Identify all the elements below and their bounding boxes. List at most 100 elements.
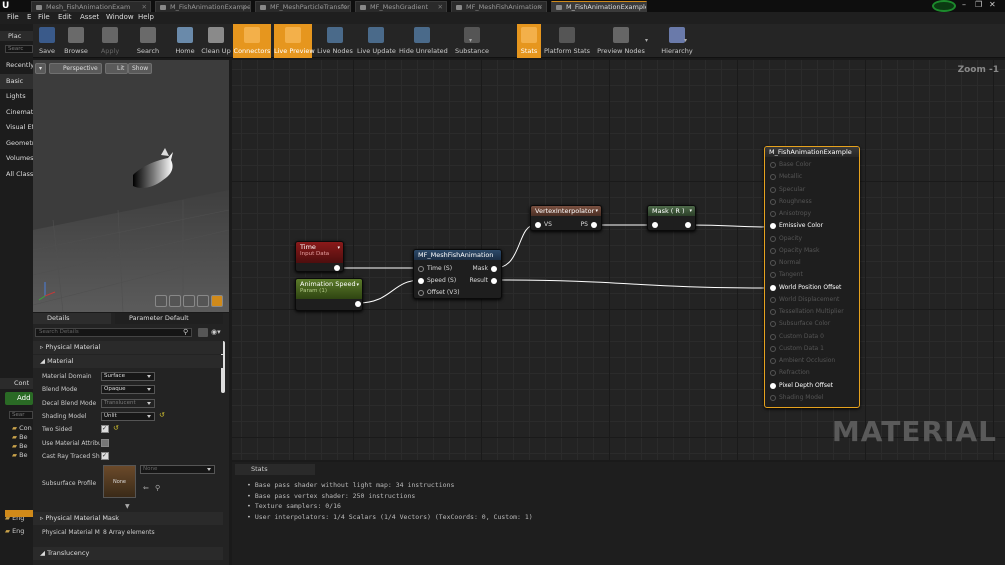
mesh-fish-animation-node[interactable]: MF_MeshFishAnimation Time (S) Speed (S) …: [413, 249, 502, 299]
ps-output-pin[interactable]: [591, 222, 597, 228]
section-physical-material-mask[interactable]: ▹ Physical Material Mask: [33, 512, 223, 525]
menu-edit[interactable]: Edit: [58, 13, 72, 21]
browse-button[interactable]: Browse: [62, 24, 90, 58]
place-panel-tab[interactable]: Plac: [0, 31, 33, 41]
menu-file[interactable]: File: [38, 13, 50, 21]
place-category-recently[interactable]: Recently: [0, 58, 33, 73]
source-control-icon[interactable]: [932, 0, 956, 12]
live-preview-button[interactable]: Live Preview: [274, 24, 315, 58]
add-new-button[interactable]: Add: [5, 392, 33, 405]
use-selected-arrow-icon[interactable]: ⇐: [143, 484, 149, 492]
minimize-icon[interactable]: –: [962, 0, 966, 9]
cylinder-preview-icon[interactable]: [169, 295, 181, 307]
live-nodes-button[interactable]: Live Nodes: [316, 24, 354, 58]
search-icon[interactable]: ⚲: [183, 328, 192, 337]
pin-subsurface-color[interactable]: [770, 321, 776, 328]
section-physical-material[interactable]: ▹ Physical Material: [33, 341, 223, 354]
platform-stats-button[interactable]: Platform Stats: [544, 24, 590, 58]
grid-view-icon[interactable]: [198, 328, 208, 337]
pin-ambient-occlusion[interactable]: [770, 358, 776, 364]
place-category-visual-ef[interactable]: Visual Ef: [0, 120, 33, 135]
document-tab-4[interactable]: MF_MeshGradient ✕: [355, 1, 447, 12]
close-tab-icon[interactable]: ✕: [142, 2, 147, 12]
menu-window[interactable]: Window: [106, 13, 134, 21]
toolbar-dropdown-icon[interactable]: ▾: [645, 37, 648, 44]
close-tab-icon[interactable]: ✕: [342, 2, 347, 12]
pin-shading-model[interactable]: [770, 394, 776, 401]
hide-unrelated-button[interactable]: Hide Unrelated: [399, 24, 448, 58]
stats-button[interactable]: Stats: [517, 24, 541, 58]
vs-input-pin[interactable]: [535, 222, 541, 228]
mesh-preview-icon[interactable]: [211, 295, 223, 307]
left-menu-edit[interactable]: E: [27, 13, 31, 21]
offset-input-pin[interactable]: [418, 290, 424, 296]
place-search-input[interactable]: Searc: [5, 45, 33, 53]
speed-output-pin[interactable]: [355, 301, 361, 307]
material-graph[interactable]: Zoom -1 MATERIAL Time Input Data ▾ Anima…: [232, 60, 1005, 460]
material-domain-combo[interactable]: Surface: [101, 372, 155, 381]
pin-tangent[interactable]: [770, 272, 776, 279]
subsurface-thumbnail[interactable]: None: [103, 465, 136, 498]
parameter-defaults-tab[interactable]: Parameter Default: [115, 313, 223, 324]
two-sided-checkbox[interactable]: ✓: [101, 425, 109, 434]
save-button[interactable]: Save: [35, 24, 59, 58]
menu-asset[interactable]: Asset: [80, 13, 99, 21]
decal-blend-mode-combo[interactable]: Translucent: [101, 398, 155, 408]
content-search-input[interactable]: Sear: [9, 411, 33, 419]
animation-speed-node[interactable]: Animation Speed Param (1) ▾: [295, 278, 363, 311]
reset-to-default-icon[interactable]: ↺: [159, 411, 165, 419]
left-menu-file[interactable]: File: [7, 13, 19, 21]
blend-mode-combo[interactable]: Opaque: [101, 385, 155, 395]
section-material[interactable]: ◢ Material: [33, 355, 223, 368]
viewport-options-button[interactable]: ▾: [35, 63, 46, 74]
pin-custom-data-1[interactable]: [770, 345, 776, 352]
home-button[interactable]: Home: [172, 24, 198, 58]
speed-collapse-icon[interactable]: ▾: [356, 282, 359, 288]
close-tab-icon[interactable]: ✕: [438, 2, 443, 12]
place-category-geometr[interactable]: Geometr: [0, 136, 33, 151]
pin-anisotropy[interactable]: [770, 211, 776, 217]
clean-up-button[interactable]: Clean Up: [201, 24, 231, 58]
toolbar-dropdown-icon[interactable]: ▾: [684, 37, 687, 44]
pin-world-position-offset[interactable]: [770, 284, 776, 291]
content-folder-4[interactable]: ▰ Be: [12, 451, 28, 459]
place-category-all-class[interactable]: All Class: [0, 167, 33, 182]
live-update-button[interactable]: Live Update: [357, 24, 396, 58]
use-material-attribut-checkbox[interactable]: [101, 438, 109, 447]
stats-tab[interactable]: Stats: [235, 464, 315, 475]
close-tab-icon[interactable]: ✕: [538, 2, 543, 12]
document-tab-2[interactable]: M_FishAnimationExampe ✕: [155, 1, 251, 12]
vertex-interpolator-node[interactable]: VertexInterpolator ▾ VS PS: [530, 205, 602, 231]
mask-collapse-icon[interactable]: ▾: [689, 208, 692, 214]
section-translucency[interactable]: ◢ Translucency: [33, 547, 223, 560]
content-folder-2[interactable]: ▰ Be: [12, 433, 28, 441]
content-browser-tab[interactable]: Cont: [0, 378, 33, 389]
pin-metallic[interactable]: [770, 174, 776, 181]
toolbar-dropdown-icon[interactable]: ▾: [469, 37, 472, 44]
time-collapse-icon[interactable]: ▾: [337, 245, 340, 251]
hierarchy-button[interactable]: Hierarchy: [653, 24, 701, 58]
pin-custom-data-0[interactable]: [770, 333, 776, 340]
close-icon[interactable]: ✕: [989, 0, 996, 9]
mask-output-pin2[interactable]: [685, 222, 691, 228]
pin-roughness[interactable]: [770, 198, 776, 205]
pin-refraction[interactable]: [770, 370, 776, 377]
details-tab[interactable]: Details: [33, 313, 111, 324]
show-button[interactable]: Show: [128, 63, 153, 74]
pin-pixel-depth-offset[interactable]: [770, 382, 776, 389]
document-tab-6[interactable]: M_FishAnimationExample ✕: [551, 1, 647, 12]
close-tab-icon[interactable]: ✕: [638, 2, 643, 12]
browse-icon[interactable]: ⚲: [155, 484, 160, 492]
pin-tessellation-multiplier[interactable]: [770, 309, 776, 315]
vi-collapse-icon[interactable]: ▾: [595, 208, 598, 214]
document-tab-1[interactable]: Mesh_FishAnimationExam ✕: [31, 1, 151, 12]
pin-world-displacement[interactable]: [770, 296, 776, 303]
result-output-pin[interactable]: [491, 278, 497, 284]
shading-model-combo[interactable]: Unlit: [101, 411, 155, 421]
mask-r-node[interactable]: Mask ( R ) ▾: [647, 205, 696, 231]
time-node[interactable]: Time Input Data ▾: [295, 241, 344, 272]
material-result-node[interactable]: M_FishAnimationExample Base Color Metalli…: [764, 146, 860, 408]
apply-button[interactable]: Apply: [94, 24, 126, 58]
unreal-logo[interactable]: U: [2, 1, 15, 12]
pin-emissive-color[interactable]: [770, 223, 776, 230]
